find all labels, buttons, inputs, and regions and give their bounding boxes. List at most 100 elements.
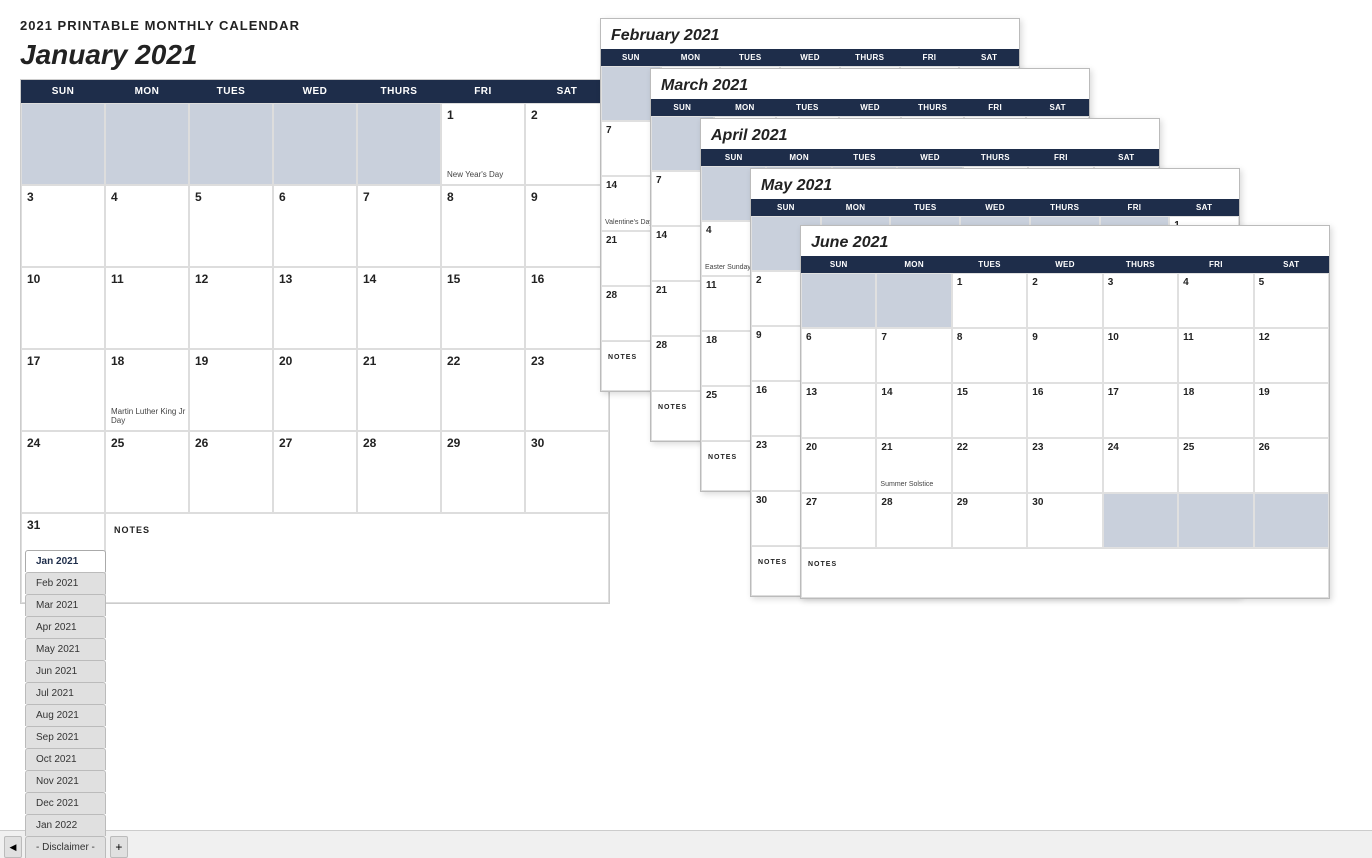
cal-cell: 19 (189, 349, 273, 431)
cal-cell: 22 (441, 349, 525, 431)
mini-cal-cell: 10 (1103, 328, 1178, 383)
tab-item[interactable]: Jan 2022 (25, 814, 106, 836)
tab-bar: ◀ Jan 2021Feb 2021Mar 2021Apr 2021May 20… (0, 830, 1372, 858)
cal-cell: 20 (273, 349, 357, 431)
may-header: SUN MON TUES WED THURS FRI SAT (751, 199, 1239, 216)
june-calendar: June 2021 SUN MON TUES WED THURS FRI SAT… (800, 225, 1330, 599)
cal-cell: 29 (441, 431, 525, 513)
cal-cell (273, 103, 357, 185)
cal-cell: 30 (525, 431, 609, 513)
mini-cal-cell: 17 (1103, 383, 1178, 438)
jun-title: June 2021 (801, 226, 1329, 256)
mini-cal-cell: 27 (801, 493, 876, 548)
cal-cell: 9 (525, 185, 609, 267)
tab-item[interactable]: Jun 2021 (25, 660, 106, 682)
mini-cal-cell: 15 (952, 383, 1027, 438)
cal-grid: 1New Year's Day2345678910111213141516171… (21, 103, 609, 513)
tab-item[interactable]: Nov 2021 (25, 770, 106, 792)
notes-label: NOTES (114, 525, 150, 535)
tab-item[interactable]: Jul 2021 (25, 682, 106, 704)
mini-cal-cell: 20 (801, 438, 876, 493)
tab-item[interactable]: May 2021 (25, 638, 106, 660)
apr-header: SUN MON TUES WED THURS FRI SAT (701, 149, 1159, 166)
tab-item[interactable]: Feb 2021 (25, 572, 106, 594)
mini-cal-cell: 25 (1178, 438, 1253, 493)
mini-cal-cell: 12 (1254, 328, 1329, 383)
cal-cell: 4 (105, 185, 189, 267)
cal-cell: 15 (441, 267, 525, 349)
stacked-calendars: February 2021 SUN MON TUES WED THURS FRI… (600, 0, 1360, 820)
mini-cal-cell: 23 (1027, 438, 1102, 493)
cal-cell: 18Martin Luther King Jr Day (105, 349, 189, 431)
cal-cell: 14 (357, 267, 441, 349)
mini-cal-cell (801, 273, 876, 328)
cal-cell: 1New Year's Day (441, 103, 525, 185)
mini-cal-cell: 28 (876, 493, 951, 548)
tab-item[interactable]: Oct 2021 (25, 748, 106, 770)
cal-cell: 24 (21, 431, 105, 513)
cal-cell (189, 103, 273, 185)
tab-item[interactable]: Apr 2021 (25, 616, 106, 638)
cal-cell: 3 (21, 185, 105, 267)
tab-item[interactable]: Aug 2021 (25, 704, 106, 726)
cal-header: SUN MON TUES WED THURS FRI SAT (21, 80, 609, 103)
mini-cal-cell: 29 (952, 493, 1027, 548)
mar-title: March 2021 (651, 69, 1089, 99)
mini-cal-cell (1254, 493, 1329, 548)
cal-cell: 25 (105, 431, 189, 513)
cal-cell: 16 (525, 267, 609, 349)
mini-cal-cell: 9 (1027, 328, 1102, 383)
cal-cell: 21 (357, 349, 441, 431)
col-sun: SUN (21, 80, 105, 103)
jun-grid: 123456789101112131415161718192021Summer … (801, 273, 1329, 548)
apr-title: April 2021 (701, 119, 1159, 149)
cal-cell: 8 (441, 185, 525, 267)
mini-cal-cell: 4 (1178, 273, 1253, 328)
cal-cell: 5 (189, 185, 273, 267)
cal-cell (105, 103, 189, 185)
cal-cell (21, 103, 105, 185)
cal-cell: 12 (189, 267, 273, 349)
mini-cal-cell: 14 (876, 383, 951, 438)
notes-section: NOTES (105, 513, 609, 603)
tab-item[interactable]: - Disclaimer - (25, 836, 106, 858)
cal-cell: 17 (21, 349, 105, 431)
jun-notes: NOTES (801, 548, 1329, 598)
mini-cal-cell: 21Summer Solstice (876, 438, 951, 493)
mini-cal-cell: 7 (876, 328, 951, 383)
col-fri: FRI (441, 80, 525, 103)
cal-cell: 23 (525, 349, 609, 431)
mini-cal-cell: 6 (801, 328, 876, 383)
jun-header: SUN MON TUES WED THURS FRI SAT (801, 256, 1329, 273)
mar-header: SUN MON TUES WED THURS FRI SAT (651, 99, 1089, 116)
cal-cell: 6 (273, 185, 357, 267)
cal-cell: 28 (357, 431, 441, 513)
cal-cell: 26 (189, 431, 273, 513)
tab-item[interactable]: Sep 2021 (25, 726, 106, 748)
mini-cal-cell: 19 (1254, 383, 1329, 438)
cal-cell: 10 (21, 267, 105, 349)
mini-cal-cell: 3 (1103, 273, 1178, 328)
tab-nav-left[interactable]: ◀ (4, 836, 22, 858)
tab-item[interactable]: Mar 2021 (25, 594, 106, 616)
cal-cell: 27 (273, 431, 357, 513)
mini-cal-cell: 22 (952, 438, 1027, 493)
mini-cal-cell (1178, 493, 1253, 548)
mini-cal-cell: 11 (1178, 328, 1253, 383)
mini-cal-cell: 24 (1103, 438, 1178, 493)
tab-item[interactable]: Dec 2021 (25, 792, 106, 814)
cal-cell: 13 (273, 267, 357, 349)
mini-cal-cell: 26 (1254, 438, 1329, 493)
mini-cal-cell: 8 (952, 328, 1027, 383)
tabs-container: Jan 2021Feb 2021Mar 2021Apr 2021May 2021… (25, 550, 108, 858)
mini-cal-cell: 18 (1178, 383, 1253, 438)
january-calendar: SUN MON TUES WED THURS FRI SAT 1New Year… (20, 79, 610, 604)
col-tue: TUES (189, 80, 273, 103)
tab-item[interactable]: Jan 2021 (25, 550, 106, 572)
col-sat: SAT (525, 80, 609, 103)
mini-cal-cell: 2 (1027, 273, 1102, 328)
last-row: 31 NOTES (21, 513, 609, 603)
tab-add-button[interactable]: + (110, 836, 128, 858)
col-wed: WED (273, 80, 357, 103)
mini-cal-cell (1103, 493, 1178, 548)
